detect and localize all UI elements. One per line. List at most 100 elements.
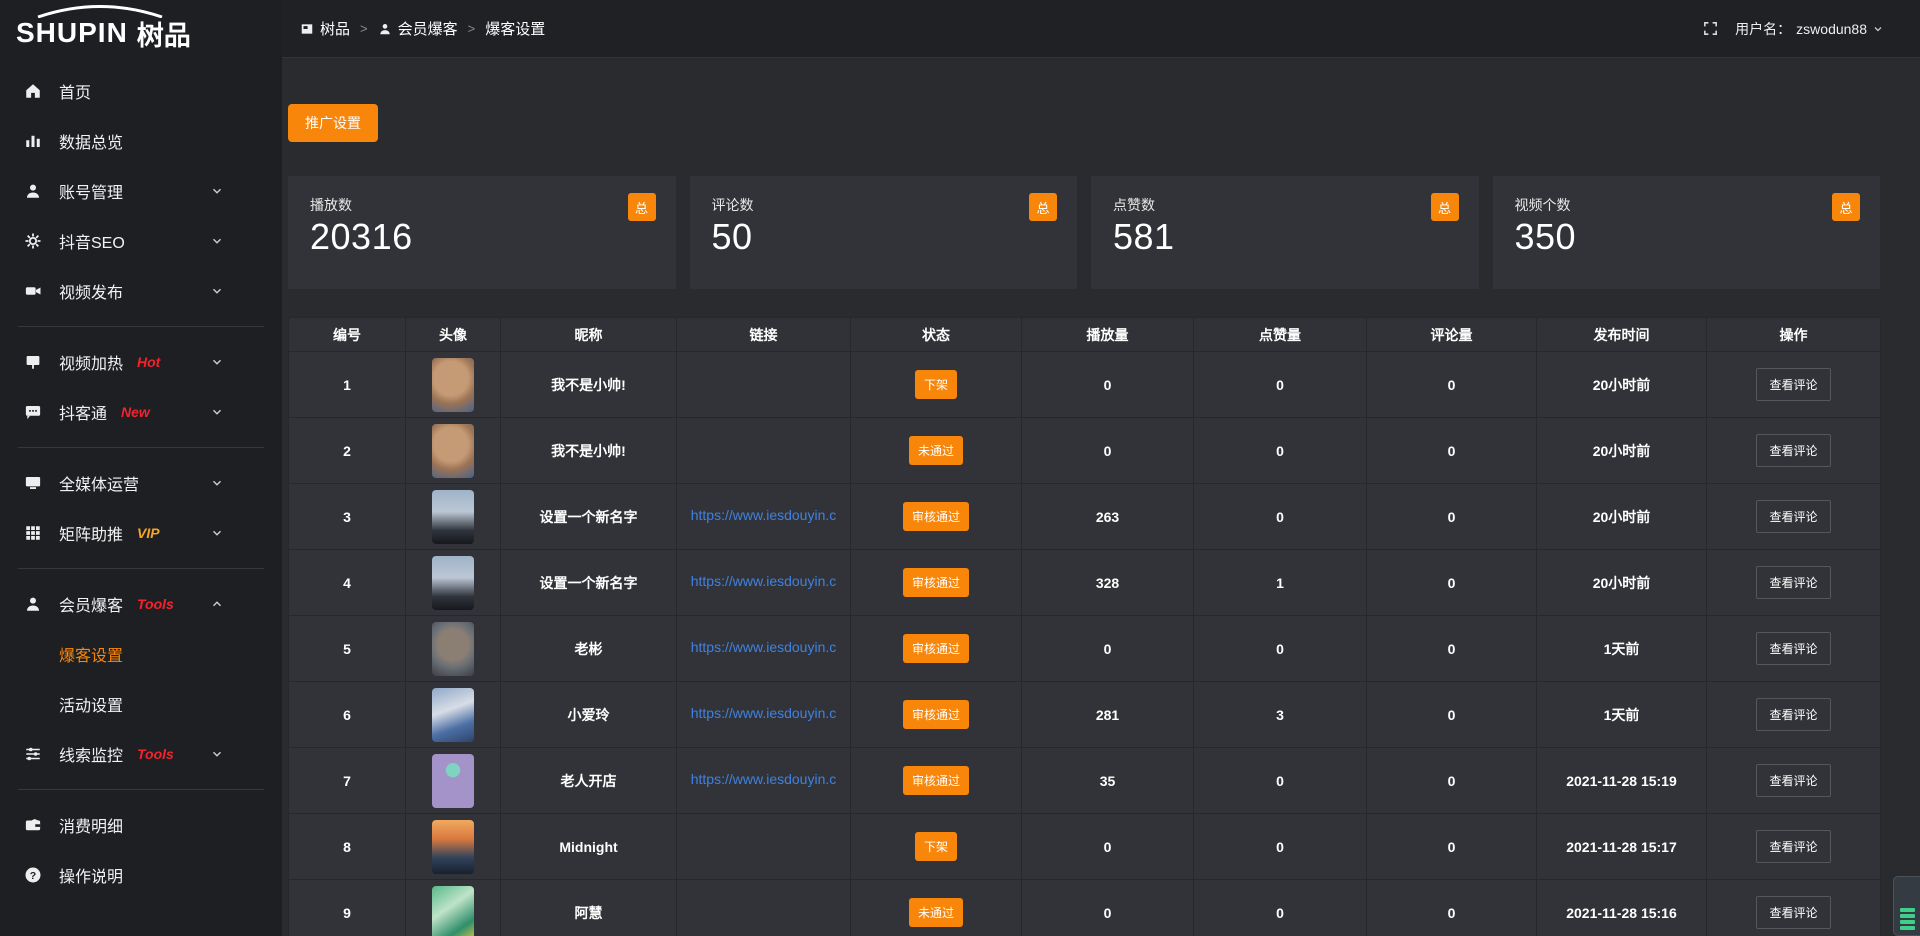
cell-plays: 0 bbox=[1022, 880, 1194, 936]
stat-value: 20316 bbox=[310, 216, 654, 258]
sidebar-item-instructions[interactable]: ? 操作说明 bbox=[0, 850, 282, 900]
gear-icon bbox=[24, 231, 44, 251]
cell-status: 下架 bbox=[851, 352, 1022, 418]
sidebar-divider bbox=[18, 326, 264, 327]
video-link[interactable]: https://www.iesdouyin.c bbox=[691, 705, 837, 721]
cell-no: 2 bbox=[289, 418, 406, 484]
cell-avatar bbox=[406, 682, 501, 748]
sidebar-item-member-baoke[interactable]: 会员爆客 Tools bbox=[0, 579, 282, 629]
table-row: 5老彬https://www.iesdouyin.c审核通过0001天前查看评论 bbox=[289, 616, 1881, 682]
stat-card-plays: 播放数 20316 总 bbox=[288, 176, 676, 289]
cell-avatar bbox=[406, 616, 501, 682]
status-badge: 未通过 bbox=[909, 436, 963, 465]
view-comments-button[interactable]: 查看评论 bbox=[1756, 830, 1830, 863]
sidebar-item-account-mgmt[interactable]: 账号管理 bbox=[0, 166, 282, 216]
app-window: SHUPIN 树品 首页 数据总览 账号管理 抖音SEO 视频发布 bbox=[0, 0, 1920, 936]
view-comments-button[interactable]: 查看评论 bbox=[1756, 632, 1830, 665]
user-icon bbox=[24, 594, 44, 614]
promotion-settings-button[interactable]: 推广设置 bbox=[288, 104, 378, 142]
avatar bbox=[432, 754, 474, 808]
sidebar-item-douyin-seo[interactable]: 抖音SEO bbox=[0, 216, 282, 266]
sidebar-item-consumption-details[interactable]: 消费明细 bbox=[0, 800, 282, 850]
breadcrumb-label: 会员爆客 bbox=[398, 18, 458, 39]
avatar bbox=[432, 820, 474, 874]
sidebar-item-lead-monitor[interactable]: 线索监控 Tools bbox=[0, 729, 282, 779]
hot-tag: Hot bbox=[137, 354, 160, 370]
view-comments-button[interactable]: 查看评论 bbox=[1756, 566, 1830, 599]
status-badge: 未通过 bbox=[909, 898, 963, 927]
sidebar-item-data-overview[interactable]: 数据总览 bbox=[0, 116, 282, 166]
chat-icon bbox=[24, 402, 44, 422]
logo-cjk-text: 树品 bbox=[137, 14, 191, 53]
status-badge: 下架 bbox=[915, 370, 957, 399]
cell-action: 查看评论 bbox=[1707, 682, 1881, 748]
view-comments-button[interactable]: 查看评论 bbox=[1756, 434, 1830, 467]
cell-link: https://www.iesdouyin.c bbox=[677, 616, 851, 682]
sidebar-item-douketong[interactable]: 抖客通 New bbox=[0, 387, 282, 437]
view-comments-button[interactable]: 查看评论 bbox=[1756, 368, 1830, 401]
fullscreen-icon[interactable] bbox=[1702, 20, 1719, 37]
cell-time: 2021-11-28 15:16 bbox=[1537, 880, 1707, 936]
user-dropdown[interactable]: 用户名：zswodun88 bbox=[1735, 19, 1884, 39]
brand-logo[interactable]: SHUPIN 树品 bbox=[0, 0, 282, 66]
view-comments-button[interactable]: 查看评论 bbox=[1756, 500, 1830, 533]
status-badge: 审核通过 bbox=[903, 502, 969, 531]
col-header-link: 链接 bbox=[677, 318, 851, 352]
cell-avatar bbox=[406, 880, 501, 936]
cell-nickname: 我不是小帅! bbox=[501, 352, 677, 418]
cell-action: 查看评论 bbox=[1707, 880, 1881, 936]
cell-no: 3 bbox=[289, 484, 406, 550]
cell-avatar bbox=[406, 550, 501, 616]
breadcrumb-item-home[interactable]: 树品 bbox=[300, 18, 350, 39]
sidebar-subitem-activity-settings[interactable]: 活动设置 bbox=[0, 679, 282, 729]
stat-label: 评论数 bbox=[712, 195, 1056, 215]
view-comments-button[interactable]: 查看评论 bbox=[1756, 764, 1830, 797]
sidebar-subitem-label: 活动设置 bbox=[59, 692, 123, 716]
sidebar-item-matrix-boost[interactable]: 矩阵助推 VIP bbox=[0, 508, 282, 558]
video-link[interactable]: https://www.iesdouyin.c bbox=[691, 573, 837, 589]
cell-link bbox=[677, 352, 851, 418]
total-badge: 总 bbox=[1029, 193, 1057, 221]
content-area: 推广设置 播放数 20316 总 评论数 50 总 点赞数 581 总 bbox=[282, 58, 1920, 936]
view-comments-button[interactable]: 查看评论 bbox=[1756, 896, 1830, 929]
sidebar-item-label: 首页 bbox=[59, 79, 91, 103]
video-link[interactable]: https://www.iesdouyin.c bbox=[691, 639, 837, 655]
breadcrumb-item-member-baoke[interactable]: 会员爆客 bbox=[378, 18, 458, 39]
sidebar-subitem-baoke-settings[interactable]: 爆客设置 bbox=[0, 629, 282, 679]
sidebar-item-video-heating[interactable]: 视频加热 Hot bbox=[0, 337, 282, 387]
stat-value: 350 bbox=[1515, 216, 1859, 258]
cell-likes: 0 bbox=[1194, 616, 1367, 682]
video-link[interactable]: https://www.iesdouyin.c bbox=[691, 507, 837, 523]
sidebar-item-home[interactable]: 首页 bbox=[0, 66, 282, 116]
wallet-icon bbox=[24, 815, 44, 835]
stat-value: 50 bbox=[712, 216, 1056, 258]
cell-time: 20小时前 bbox=[1537, 484, 1707, 550]
sidebar-subitem-label: 爆客设置 bbox=[59, 642, 123, 666]
video-link[interactable]: https://www.iesdouyin.c bbox=[691, 771, 837, 787]
floating-widget[interactable] bbox=[1893, 876, 1920, 936]
sidebar-item-label: 矩阵助推 bbox=[59, 521, 123, 545]
cell-comments: 0 bbox=[1367, 814, 1537, 880]
sidebar-item-video-publish[interactable]: 视频发布 bbox=[0, 266, 282, 316]
user-icon bbox=[24, 181, 44, 201]
view-comments-button[interactable]: 查看评论 bbox=[1756, 698, 1830, 731]
cell-link: https://www.iesdouyin.c bbox=[677, 550, 851, 616]
monitor-icon bbox=[24, 473, 44, 493]
stat-label: 视频个数 bbox=[1515, 195, 1859, 215]
cell-plays: 35 bbox=[1022, 748, 1194, 814]
username-label: 用户名： bbox=[1735, 19, 1791, 39]
status-badge: 下架 bbox=[915, 832, 957, 861]
col-header-comments: 评论量 bbox=[1367, 318, 1537, 352]
user-area: 用户名：zswodun88 bbox=[1702, 19, 1884, 39]
cell-status: 审核通过 bbox=[851, 748, 1022, 814]
cell-action: 查看评论 bbox=[1707, 814, 1881, 880]
topbar: 树品 > 会员爆客 > 爆客设置 用户名：zswodun88 bbox=[282, 0, 1920, 58]
cell-plays: 281 bbox=[1022, 682, 1194, 748]
sidebar-item-omni-media[interactable]: 全媒体运营 bbox=[0, 458, 282, 508]
table-header-row: 编号 头像 昵称 链接 状态 播放量 点赞量 评论量 发布时间 操作 bbox=[289, 318, 1881, 352]
col-header-no: 编号 bbox=[289, 318, 406, 352]
cell-nickname: 设置一个新名字 bbox=[501, 484, 677, 550]
panel-icon bbox=[300, 22, 314, 36]
stat-card-comments: 评论数 50 总 bbox=[690, 176, 1078, 289]
stat-label: 点赞数 bbox=[1113, 195, 1457, 215]
